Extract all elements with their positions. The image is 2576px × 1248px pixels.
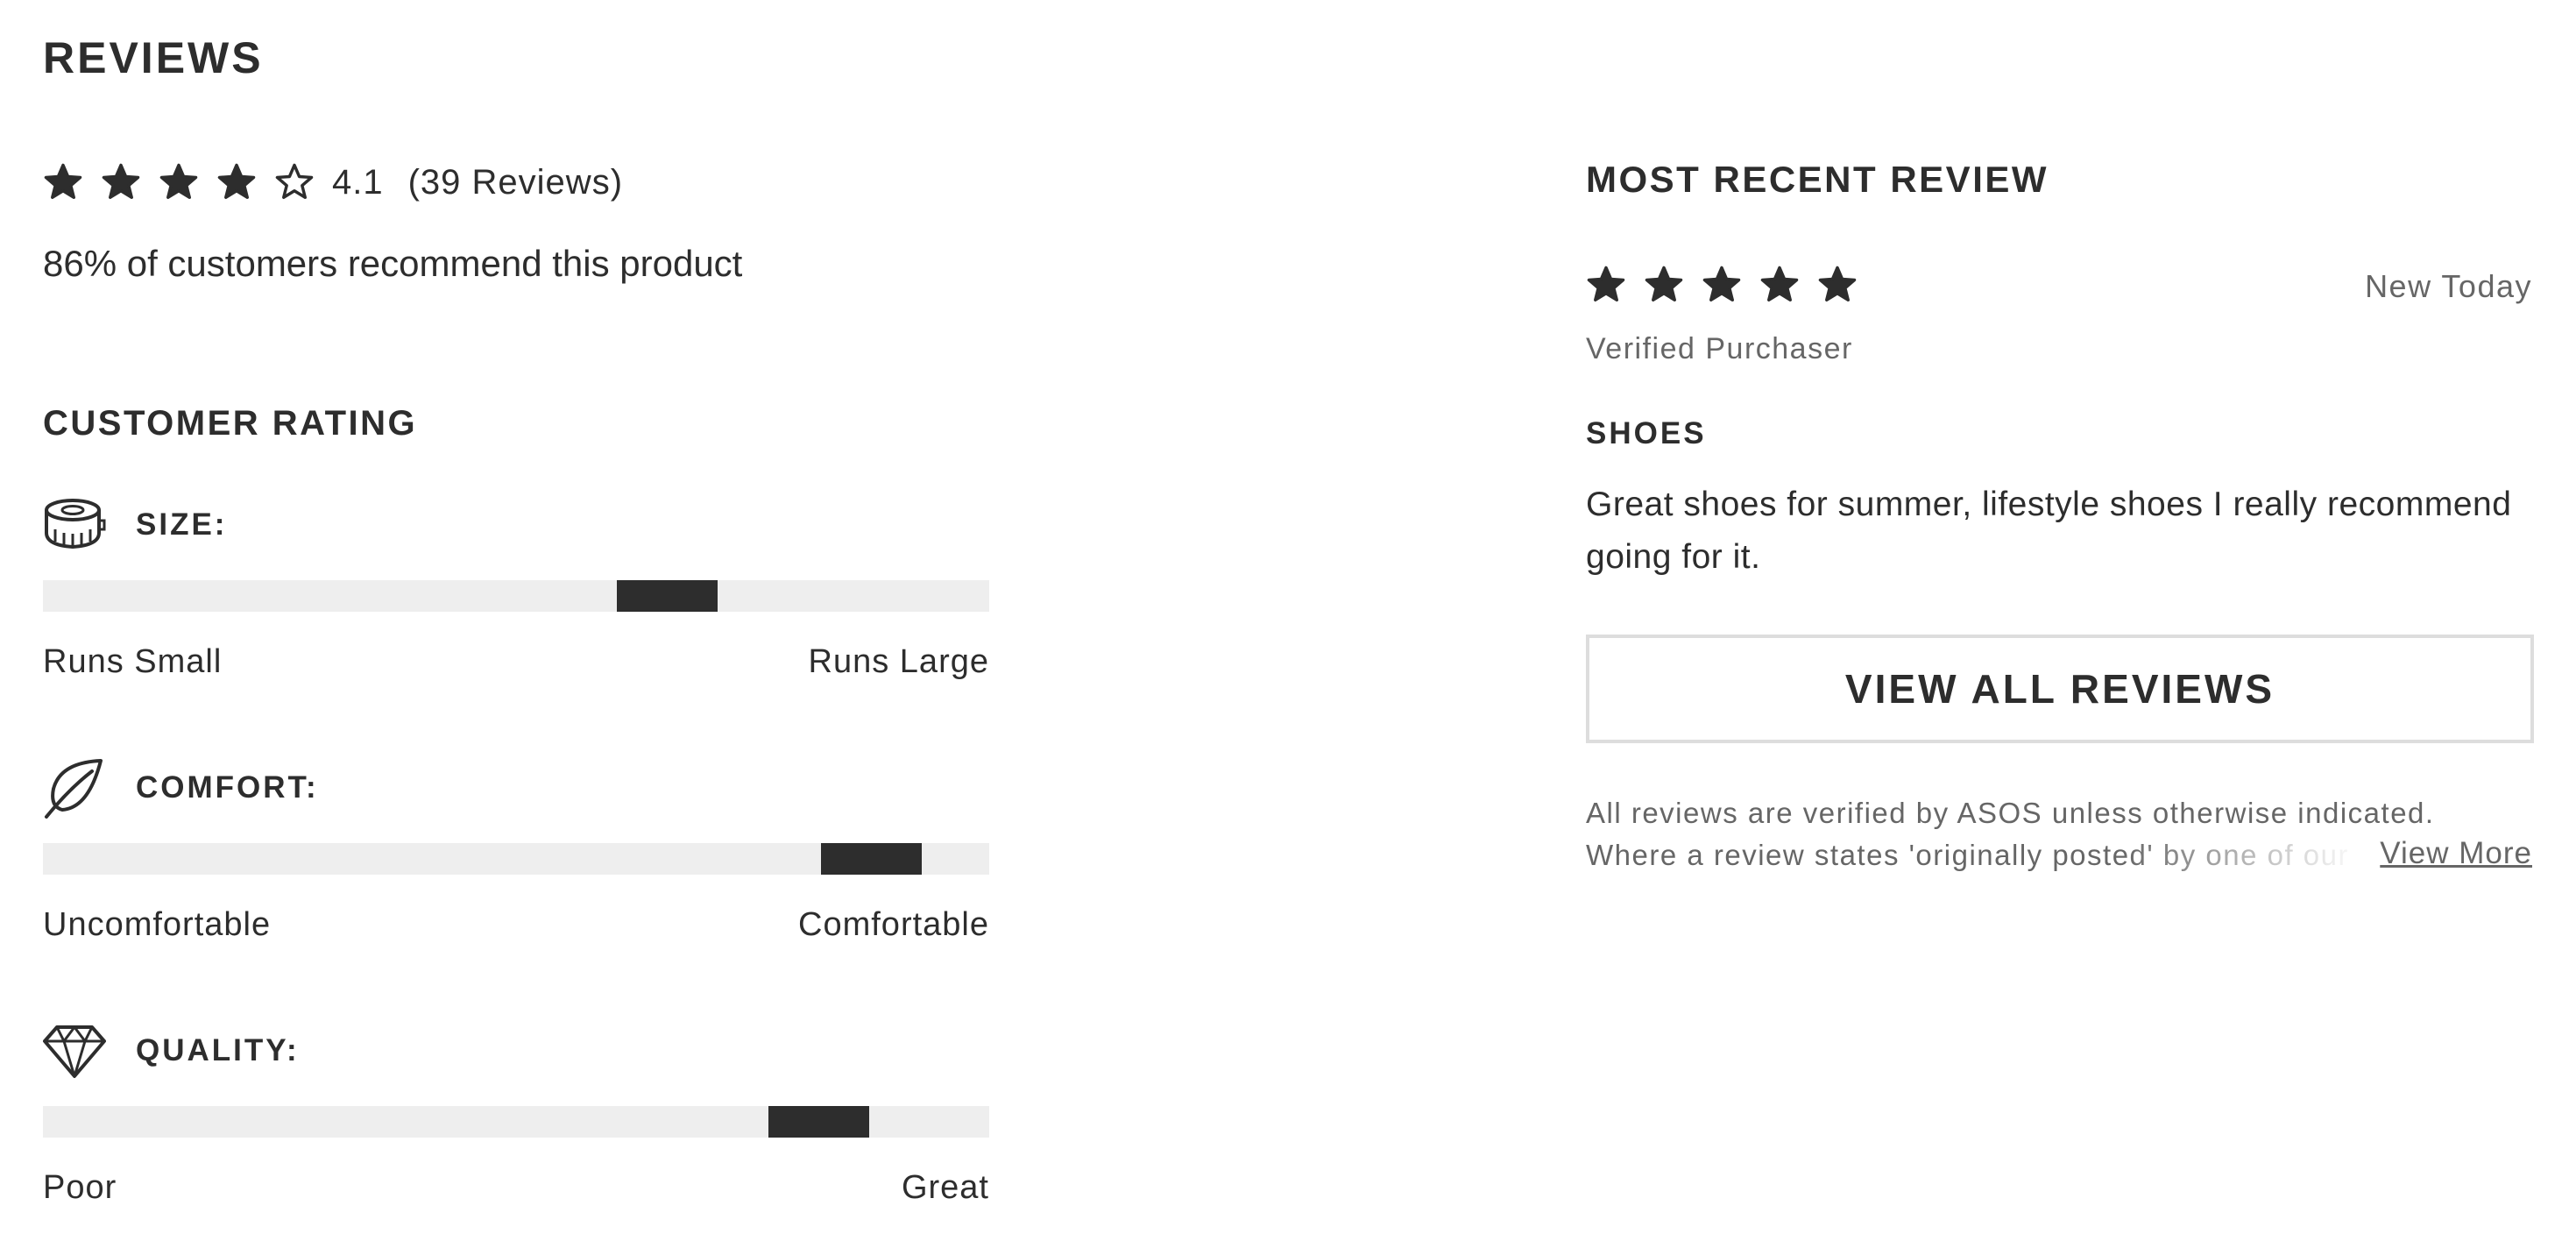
star-filled-icon	[1702, 266, 1741, 301]
leaf-icon	[45, 759, 103, 819]
star-filled-icon	[44, 163, 82, 199]
disclaimer-fade	[2120, 834, 2374, 876]
comfort-rating-bar	[43, 843, 989, 875]
comfort-scale-max: Comfortable	[798, 906, 989, 943]
star-empty-icon	[275, 163, 314, 199]
comfort-metric-header: COMFORT:	[43, 757, 319, 819]
quality-label: QUALITY:	[136, 1033, 300, 1067]
star-filled-icon	[1645, 266, 1683, 301]
quality-rating-marker	[768, 1106, 870, 1138]
comfort-rating-marker	[820, 843, 922, 875]
summary-stars	[43, 162, 332, 202]
rating-summary: 4.1 (39 Reviews)	[43, 156, 623, 209]
star-filled-icon	[1818, 266, 1857, 301]
size-label: SIZE:	[136, 507, 228, 542]
star-filled-icon	[159, 163, 198, 199]
review-title: SHOES	[1586, 416, 1707, 450]
review-count: (39 Reviews)	[407, 162, 624, 202]
view-more-link[interactable]: View More	[2366, 833, 2532, 875]
view-all-reviews-button[interactable]: VIEW ALL REVIEWS	[1586, 635, 2534, 743]
star-filled-icon	[1587, 266, 1625, 301]
diamond-icon	[43, 1025, 106, 1078]
recommend-text: 86% of customers recommend this product	[43, 243, 743, 284]
star-filled-icon	[102, 163, 140, 199]
size-rating-marker	[617, 580, 718, 612]
quality-metric-header: QUALITY:	[43, 1020, 300, 1081]
reviews-title: REVIEWS	[43, 33, 264, 82]
rating-value: 4.1	[332, 162, 384, 202]
size-scale-max: Runs Large	[808, 643, 989, 680]
review-date: New Today	[2365, 268, 2532, 304]
verified-purchaser-badge: Verified Purchaser	[1586, 332, 1853, 365]
star-filled-icon	[217, 163, 256, 199]
comfort-label: COMFORT:	[136, 770, 319, 805]
most-recent-review-heading: MOST RECENT REVIEW	[1586, 159, 2049, 200]
size-rating-bar	[43, 580, 989, 612]
quality-scale-max: Great	[901, 1169, 989, 1206]
star-filled-icon	[1760, 266, 1799, 301]
review-body: Great shoes for summer, lifestyle shoes …	[1586, 486, 2512, 576]
quality-rating-bar	[43, 1106, 989, 1138]
tape-measure-icon	[45, 499, 106, 550]
size-metric-header: SIZE:	[43, 494, 227, 556]
recent-review-stars	[1586, 265, 1875, 305]
customer-rating-heading: CUSTOMER RATING	[43, 404, 418, 443]
